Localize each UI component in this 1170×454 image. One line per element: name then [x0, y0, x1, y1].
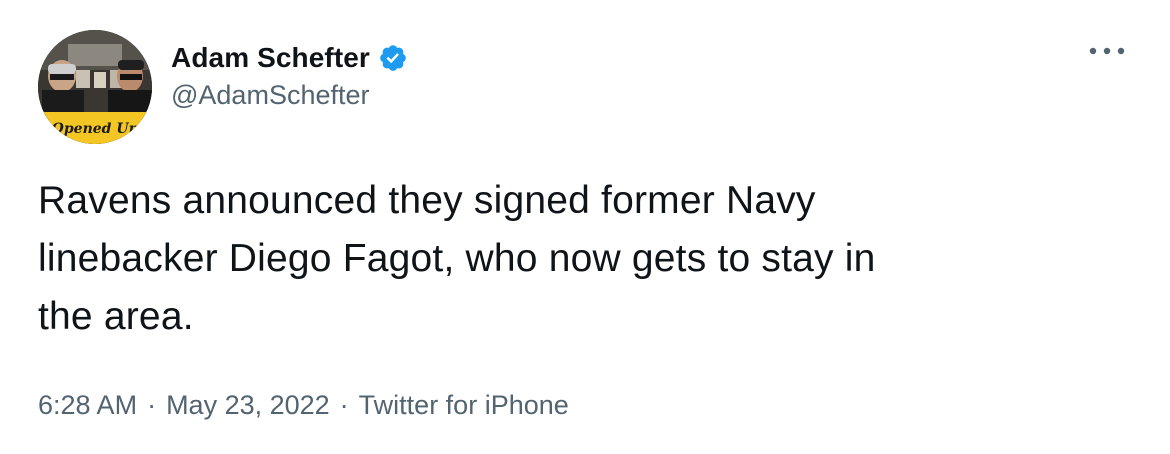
tweet-text-line: Ravens announced they signed former Navy — [38, 179, 816, 222]
verified-badge-icon — [378, 43, 408, 73]
tweet-text-line: the area. — [38, 295, 194, 338]
author-handle[interactable]: @AdamSchefter — [171, 80, 370, 111]
tweet-metadata: 6:28 AM · May 23, 2022 · Twitter for iPh… — [38, 390, 569, 421]
more-options-icon — [1089, 47, 1125, 55]
more-options-button[interactable] — [1084, 36, 1130, 66]
author-name-row: Adam Schefter — [171, 38, 408, 78]
avatar[interactable]: Opened Up — [38, 30, 152, 144]
separator-dot: · — [147, 390, 157, 420]
avatar-image: Opened Up — [38, 30, 152, 144]
tweet-card: Opened Up Adam Schefter @AdamSchefter Ra… — [0, 0, 1170, 454]
separator-dot: · — [339, 390, 349, 420]
tweet-source[interactable]: Twitter for iPhone — [359, 390, 569, 421]
avatar-logo-text: Opened Up — [52, 121, 139, 137]
author-display-name[interactable]: Adam Schefter — [171, 42, 370, 74]
tweet-text: Ravens announced they signed former Navy… — [38, 172, 1138, 346]
tweet-time[interactable]: 6:28 AM — [38, 390, 137, 421]
tweet-date[interactable]: May 23, 2022 — [166, 390, 330, 421]
tweet-text-line: linebacker Diego Fagot, who now gets to … — [38, 237, 876, 280]
